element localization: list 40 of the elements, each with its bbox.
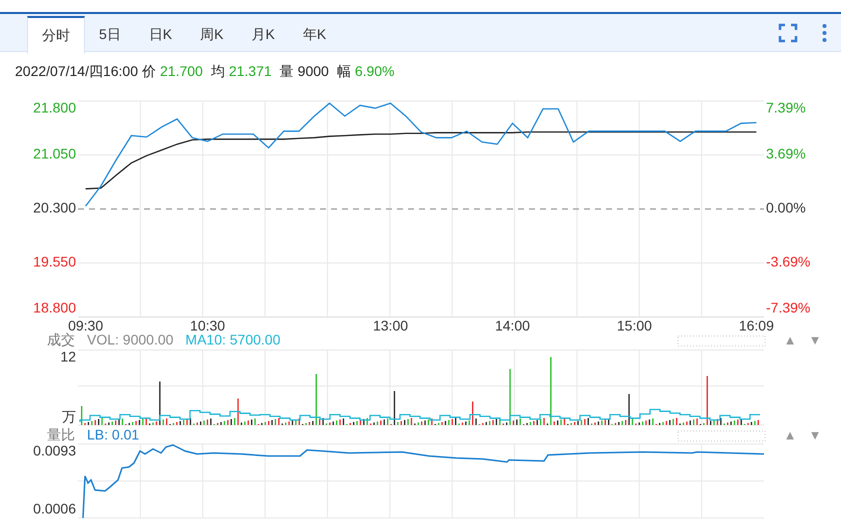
chart-tab[interactable]: 日K [134, 16, 186, 53]
panel-title: 成交 [47, 332, 75, 348]
percent-axis-label: 0.00% [766, 200, 806, 216]
volume-axis-label: 12 [60, 348, 76, 365]
quote-label: 价 [142, 62, 156, 80]
chart-tab[interactable]: 分时 [27, 16, 85, 54]
quote-label: 均 [210, 62, 225, 80]
percent-axis-label: -7.39% [766, 300, 810, 316]
chart-tab[interactable]: 月K [237, 16, 289, 53]
price-axis-label: 20.300 [33, 200, 76, 216]
quote-datetime: 2022/07/14/四16:00 [15, 62, 138, 80]
volume-unit-label: 万 [62, 408, 76, 425]
time-axis-label: 10:30 [190, 318, 226, 332]
panel-title: 量比 [47, 428, 75, 443]
time-axis-label: 16:09 [738, 318, 774, 332]
time-axis-label: 14:00 [494, 318, 530, 332]
ratio-value: LB: 0.01 [87, 428, 140, 443]
price-axis-label: 18.800 [33, 300, 76, 316]
quote-value: 21.371 [228, 62, 272, 80]
ratio-axis-label: 0.0093 [33, 442, 76, 459]
volume-value: VOL: 9000.00 [87, 332, 174, 348]
chart-tab[interactable]: 年K [288, 16, 340, 53]
price-axis-label: 21.800 [33, 100, 76, 116]
quote-value: 6.90% [354, 62, 395, 80]
time-axis-label: 13:00 [373, 318, 408, 332]
price-axis-label: 21.050 [33, 146, 76, 162]
moving-average-value: MA10: 5700.00 [185, 332, 280, 348]
chart-tab[interactable]: 周K [186, 16, 238, 53]
percent-axis-label: -3.69% [766, 254, 810, 270]
quote-label: 量 [280, 62, 294, 80]
percent-axis-label: 7.39% [766, 100, 806, 116]
quote-value: 21.700 [160, 62, 203, 80]
percent-axis-label: 3.69% [766, 146, 806, 162]
time-axis-label: 09:30 [68, 318, 104, 332]
quote-value: 9000 [298, 62, 329, 80]
quote-label: 幅 [336, 62, 351, 80]
price-axis-label: 19.550 [33, 254, 76, 270]
ratio-axis-label: 0.0006 [33, 500, 76, 517]
chart-tab[interactable]: 5日 [85, 16, 135, 53]
time-axis-label: 15:00 [616, 318, 652, 332]
